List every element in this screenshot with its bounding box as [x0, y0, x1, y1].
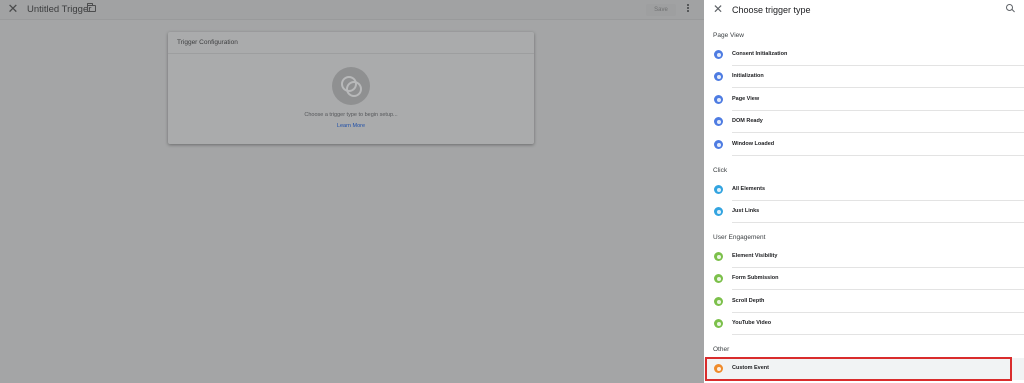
- section-other: Other: [713, 346, 730, 353]
- card-hint: Choose a trigger type to begin setup...: [304, 112, 398, 118]
- card-divider: [168, 53, 534, 54]
- eye-icon: [714, 95, 723, 104]
- divider: [732, 289, 1024, 290]
- trigger-editor: ✕ Untitled Trigger Save Trigger Configur…: [0, 0, 704, 383]
- trigger-label: Just Links: [732, 208, 760, 214]
- trigger-label: YouTube Video: [732, 320, 772, 326]
- trigger-page-view[interactable]: Page View: [704, 89, 1024, 111]
- visibility-icon: [714, 252, 723, 261]
- folder-icon[interactable]: [87, 3, 96, 12]
- panel-header: ✕ Choose trigger type: [704, 0, 1024, 20]
- play-icon: [714, 319, 723, 328]
- trigger-window-loaded[interactable]: Window Loaded: [704, 134, 1024, 156]
- close-editor-icon[interactable]: ✕: [7, 2, 19, 15]
- section-user-engagement: User Engagement: [713, 234, 766, 241]
- trigger-placeholder-icon[interactable]: [332, 67, 370, 105]
- trigger-label: Window Loaded: [732, 141, 775, 147]
- trigger-dom-ready[interactable]: DOM Ready: [704, 111, 1024, 133]
- save-button[interactable]: Save: [646, 4, 676, 16]
- trigger-youtube-video[interactable]: YouTube Video: [704, 313, 1024, 335]
- more-options-icon[interactable]: [686, 3, 690, 16]
- close-panel-icon[interactable]: ✕: [713, 3, 723, 15]
- section-page-view: Page View: [713, 32, 744, 39]
- document-icon: [714, 117, 723, 126]
- trigger-all-elements[interactable]: All Elements: [704, 179, 1024, 201]
- trigger-label: Scroll Depth: [732, 298, 765, 304]
- trigger-name[interactable]: Untitled Trigger: [27, 4, 91, 15]
- divider: [732, 334, 1024, 335]
- card-title: Trigger Configuration: [177, 39, 238, 46]
- divider: [732, 132, 1024, 133]
- trigger-label: All Elements: [732, 186, 766, 192]
- divider: [732, 222, 1024, 223]
- trigger-consent-initialization[interactable]: Consent Initialization: [704, 44, 1024, 66]
- trigger-label: Initialization: [732, 73, 764, 79]
- trigger-label: Form Submission: [732, 275, 779, 281]
- form-icon: [714, 274, 723, 283]
- learn-more-link[interactable]: Learn More: [168, 123, 534, 129]
- panel-title: Choose trigger type: [732, 5, 811, 15]
- section-click: Click: [713, 167, 728, 174]
- scroll-icon: [714, 297, 723, 306]
- divider: [732, 87, 1024, 88]
- trigger-scroll-depth[interactable]: Scroll Depth: [704, 291, 1024, 313]
- link-icon: [714, 207, 723, 216]
- trigger-label: Consent Initialization: [732, 51, 788, 57]
- window-icon: [714, 140, 723, 149]
- divider: [732, 155, 1024, 156]
- trigger-label: Page View: [732, 96, 760, 102]
- trigger-form-submission[interactable]: Form Submission: [704, 268, 1024, 290]
- trigger-element-visibility[interactable]: Element Visibility: [704, 246, 1024, 268]
- trigger-initialization[interactable]: Initialization: [704, 66, 1024, 88]
- trigger-just-links[interactable]: Just Links: [704, 201, 1024, 223]
- editor-topbar: ✕ Untitled Trigger Save: [0, 0, 704, 20]
- cursor-icon: [714, 185, 723, 194]
- trigger-type-panel: ✕ Choose trigger type Page View Consent …: [704, 0, 1024, 383]
- shield-icon: [714, 50, 723, 59]
- power-icon: [714, 72, 723, 81]
- trigger-configuration-card[interactable]: Trigger Configuration Choose a trigger t…: [168, 32, 534, 144]
- search-icon[interactable]: [1006, 4, 1015, 13]
- selection-highlight: [705, 357, 1012, 381]
- trigger-label: DOM Ready: [732, 118, 763, 124]
- trigger-label: Element Visibility: [732, 253, 778, 259]
